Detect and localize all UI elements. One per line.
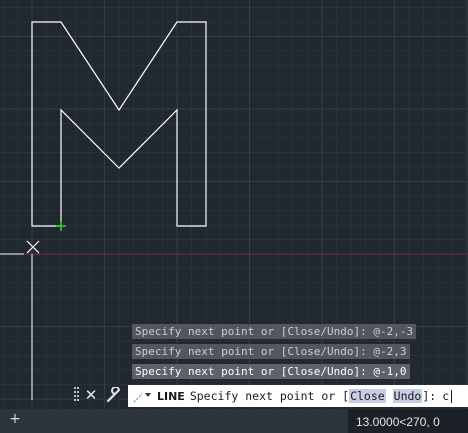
command-prompt-text: Specify next point or [ [189, 389, 350, 403]
command-history-line: Specify next point or [Close/Undo]: @-2,… [132, 344, 410, 359]
command-history-line: Specify next point or [Close/Undo]: @-1,… [132, 364, 410, 379]
endpoint-snap-marker [56, 221, 66, 231]
command-input-value[interactable]: c [442, 389, 449, 403]
close-icon[interactable]: ✕ [82, 385, 100, 405]
plus-icon[interactable]: + [7, 411, 23, 427]
command-history-line: Specify next point or [Close/Undo]: @-2,… [132, 324, 417, 339]
recent-commands-button[interactable] [128, 389, 157, 403]
command-arrow-icon [133, 393, 151, 403]
coordinate-display[interactable]: 13.0000<270, 0 [348, 409, 468, 433]
option-separator [386, 389, 393, 403]
text-caret [451, 389, 453, 403]
option-undo[interactable]: Undo [392, 389, 423, 403]
command-prompt-suffix: ]: [422, 389, 437, 403]
command-name: LINE [157, 389, 185, 403]
wrench-icon[interactable] [104, 385, 124, 405]
status-bar: + 13.0000<270, 0 [0, 409, 468, 433]
option-close[interactable]: Close [349, 389, 386, 403]
command-line-grip-icon[interactable] [74, 386, 80, 404]
crosshair-cursor [26, 240, 40, 254]
command-line-input[interactable]: LINE Specify next point or [Close Undo]:… [128, 385, 468, 407]
